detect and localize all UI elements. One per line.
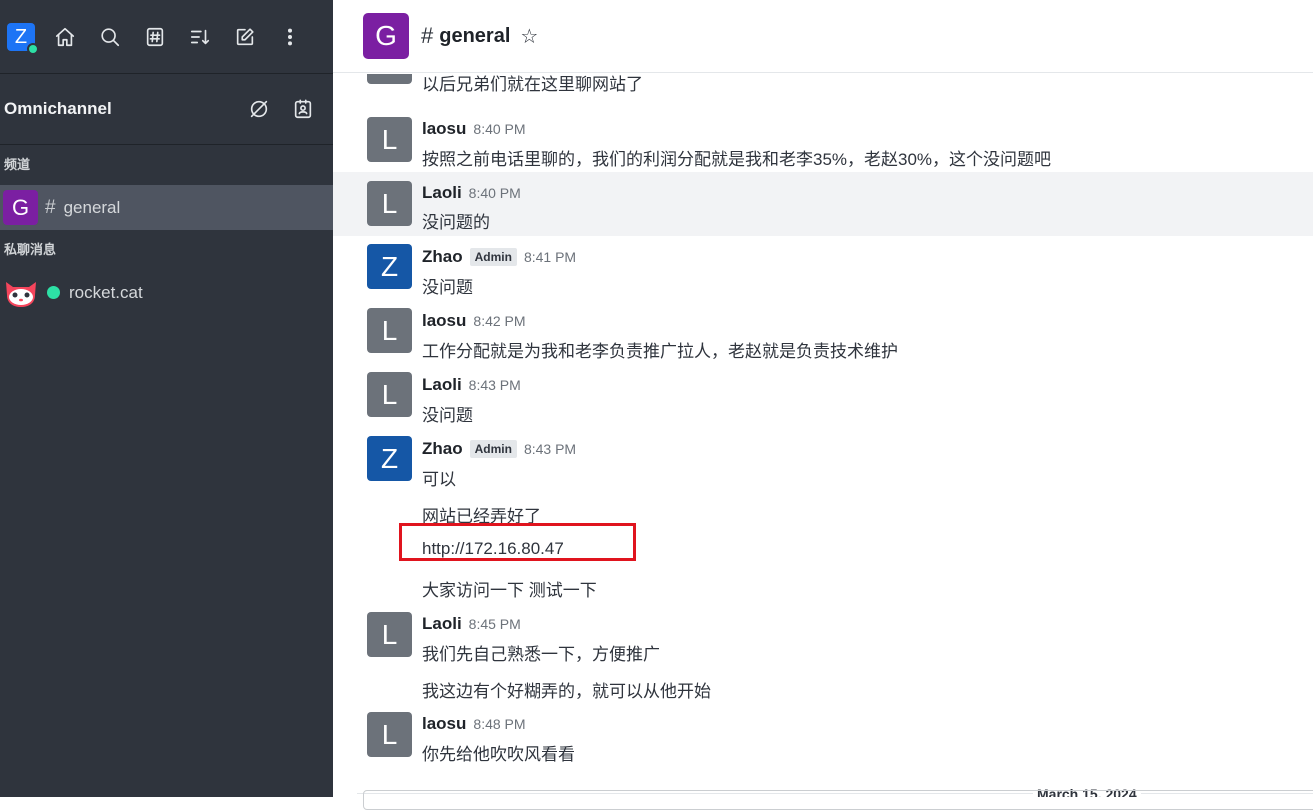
user-avatar-initial: Z: [14, 25, 28, 48]
room-header: G # general ☆: [333, 0, 1313, 73]
timestamp: 8:40 PM: [473, 121, 526, 137]
message: L 以后兄弟们就在这里聊网站了: [333, 74, 1313, 104]
message: L Laoli 8:43 PM 没问题: [333, 364, 1313, 428]
hash-icon: #: [45, 196, 56, 218]
channels-section-label: 频道: [4, 157, 31, 172]
message: Z Zhao Admin 8:41 PM 没问题: [333, 236, 1313, 300]
star-icon[interactable]: ☆: [520, 24, 538, 49]
username[interactable]: Zhao: [422, 247, 463, 267]
omnichannel-status-icon[interactable]: [245, 95, 273, 123]
message-header: Laoli 8:40 PM: [422, 183, 521, 203]
user-avatar[interactable]: L: [367, 181, 412, 226]
message: L laosu 8:42 PM 工作分配就是为我和老李负责推广拉人，老赵就是负责…: [333, 300, 1313, 364]
timestamp: 8:40 PM: [468, 185, 521, 201]
timestamp: 8:43 PM: [468, 377, 521, 393]
message: L Laoli 8:40 PM 没问题的: [333, 172, 1313, 236]
home-icon[interactable]: [51, 23, 79, 51]
message: L laosu 8:48 PM 你先给他吹吹风看看: [333, 706, 1313, 770]
message-text: 我这边有个好糊弄的，就可以从他开始: [422, 682, 711, 701]
admin-badge: Admin: [469, 440, 517, 458]
channel-avatar: G: [3, 190, 38, 225]
message: L Laoli 8:45 PM 我们先自己熟悉一下，方便推广 我这边有个好糊弄的…: [333, 606, 1313, 706]
message-text: 没问题: [422, 278, 473, 297]
user-avatar[interactable]: L: [367, 712, 412, 757]
contact-center-icon[interactable]: [289, 95, 317, 123]
online-status-dot: [27, 42, 39, 55]
user-avatar[interactable]: Z: [7, 22, 39, 55]
message-composer[interactable]: [363, 790, 1313, 810]
username[interactable]: laosu: [422, 119, 466, 139]
timestamp: 8:42 PM: [473, 313, 526, 329]
create-new-icon[interactable]: [231, 23, 259, 51]
user-avatar[interactable]: L: [367, 612, 412, 657]
user-avatar[interactable]: L: [367, 117, 412, 162]
highlight-box: [399, 523, 636, 561]
message-text: 以后兄弟们就在这里聊网站了: [422, 75, 643, 94]
omnichannel-title: Omnichannel: [4, 99, 112, 118]
sidebar-item-rocket-cat[interactable]: rocket.cat: [0, 270, 333, 315]
user-avatar[interactable]: L: [367, 74, 412, 84]
kebab-menu-icon[interactable]: [276, 23, 304, 51]
message-header: Laoli 8:45 PM: [422, 614, 521, 634]
message-text: 可以: [422, 470, 456, 489]
room-main: G # general ☆ L 以后兄弟们就在这里聊网站了 L laosu 8:…: [333, 0, 1313, 810]
message: Z Zhao Admin 8:43 PM 可以 网站已经弄好了 http://1…: [333, 428, 1313, 606]
timestamp: 8:43 PM: [523, 441, 577, 457]
message-text: 你先给他吹吹风看看: [422, 745, 575, 764]
message-text: 我们先自己熟悉一下，方便推广: [422, 645, 660, 664]
username[interactable]: Laoli: [422, 375, 462, 395]
admin-badge: Admin: [469, 248, 517, 266]
timestamp: 8:41 PM: [523, 249, 577, 265]
channel-name: general: [63, 197, 121, 217]
sort-icon[interactable]: [186, 23, 214, 51]
omnichannel-bar: Omnichannel: [0, 74, 333, 145]
message-header: laosu 8:40 PM: [422, 119, 526, 139]
online-status-dot: [47, 286, 60, 299]
message-text: 按照之前电话里聊的，我们的利润分配就是我和老李35%，老赵30%，这个没问题吧: [422, 150, 1052, 169]
message-header: Zhao Admin 8:41 PM: [422, 247, 576, 267]
message-list[interactable]: L 以后兄弟们就在这里聊网站了 L laosu 8:40 PM 按照之前电话里聊…: [333, 74, 1313, 797]
message-header: Zhao Admin 8:43 PM: [422, 439, 576, 459]
rocket-cat-avatar: [6, 281, 36, 307]
sidebar: Z Omnichannel 频道 G # general 私聊消息 rocket…: [0, 0, 333, 797]
search-icon[interactable]: [96, 23, 124, 51]
message-header: laosu 8:48 PM: [422, 714, 526, 734]
timestamp: 8:48 PM: [473, 716, 526, 732]
direct-messages-section-label: 私聊消息: [4, 242, 57, 257]
username[interactable]: Zhao: [422, 439, 463, 459]
username[interactable]: Laoli: [422, 614, 462, 634]
directory-icon[interactable]: [141, 23, 169, 51]
message-header: laosu 8:42 PM: [422, 311, 526, 331]
username[interactable]: Laoli: [422, 183, 462, 203]
user-avatar[interactable]: Z: [367, 436, 412, 481]
user-avatar[interactable]: L: [367, 372, 412, 417]
username[interactable]: laosu: [422, 714, 466, 734]
message-text: 没问题的: [422, 213, 490, 232]
message: L laosu 8:40 PM 按照之前电话里聊的，我们的利润分配就是我和老李3…: [333, 108, 1313, 172]
message-text: 工作分配就是为我和老李负责推广拉人，老赵就是负责技术维护: [422, 342, 898, 361]
room-avatar: G: [363, 13, 409, 59]
sidebar-topbar: Z: [0, 0, 333, 74]
timestamp: 8:45 PM: [468, 616, 521, 632]
room-title[interactable]: general: [439, 25, 510, 48]
message-text: 没问题: [422, 406, 473, 425]
user-avatar[interactable]: L: [367, 308, 412, 353]
dm-name: rocket.cat: [69, 282, 143, 302]
hash-icon: #: [421, 23, 434, 48]
user-avatar[interactable]: Z: [367, 244, 412, 289]
sidebar-item-general[interactable]: G # general: [0, 185, 333, 230]
message-header: Laoli 8:43 PM: [422, 375, 521, 395]
message-text: 大家访问一下 测试一下: [422, 581, 597, 600]
username[interactable]: laosu: [422, 311, 466, 331]
